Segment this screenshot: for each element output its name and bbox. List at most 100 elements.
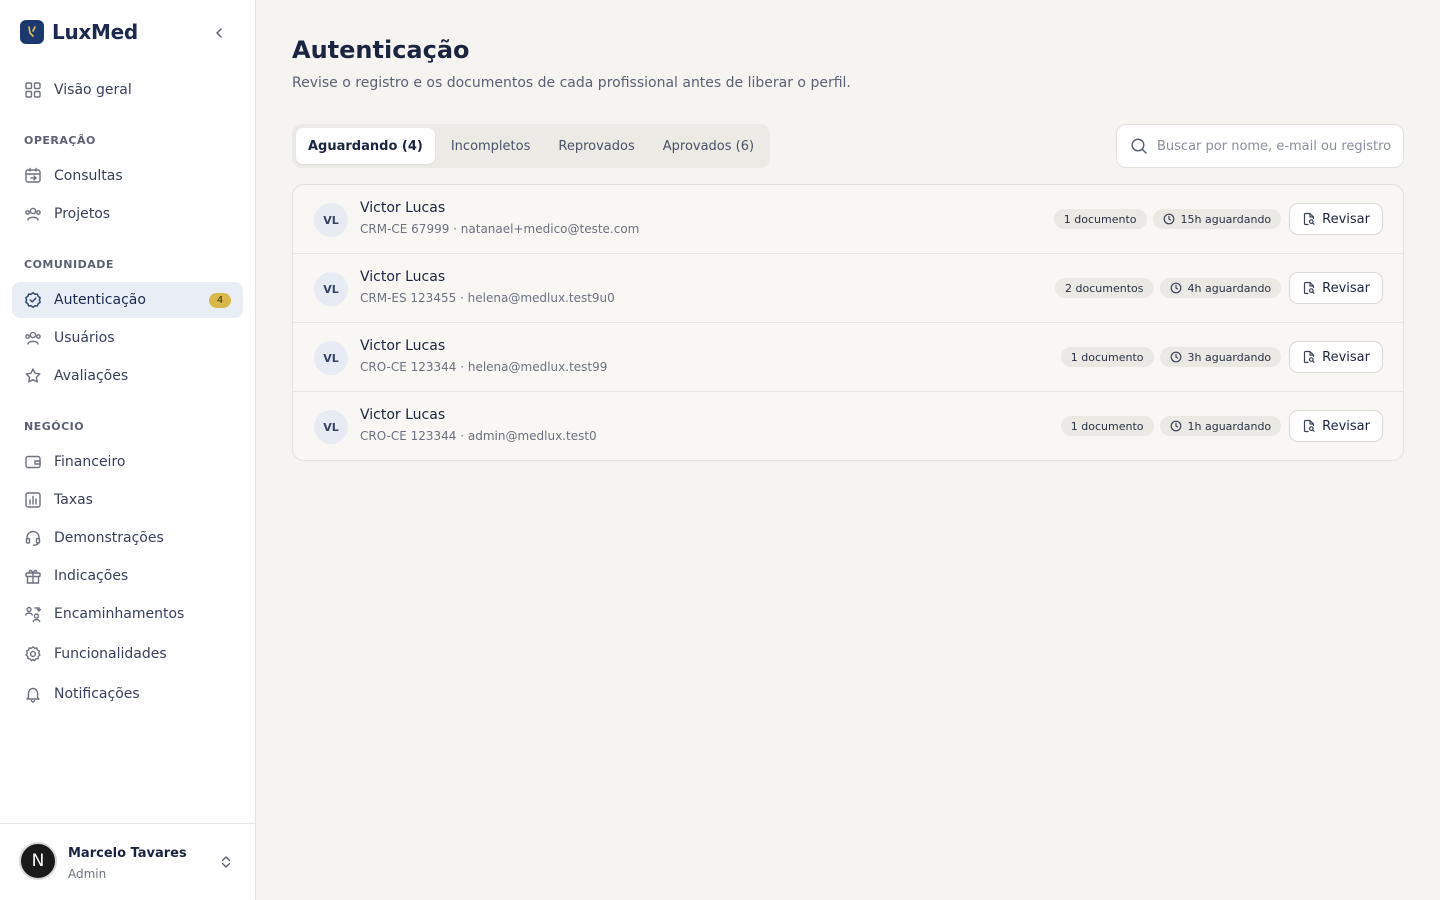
review-button[interactable]: Revisar xyxy=(1289,410,1383,442)
chevron-left-icon xyxy=(216,28,222,38)
star-icon xyxy=(24,367,42,385)
review-button-label: Revisar xyxy=(1322,418,1370,434)
avatar: VL xyxy=(314,341,348,375)
tab-reprovados[interactable]: Reprovados xyxy=(546,128,646,164)
sidebar-item-autenticacao[interactable]: Autenticação 4 xyxy=(12,282,243,318)
table-row[interactable]: VL Victor Lucas CRO-CE 123344 · helena@m… xyxy=(293,323,1403,392)
professional-name: Victor Lucas xyxy=(360,200,446,216)
professional-name: Victor Lucas xyxy=(360,269,446,285)
sidebar-item-label: Encaminhamentos xyxy=(54,606,185,622)
sidebar-item-label: Indicações xyxy=(54,568,129,584)
sidebar-item-taxas[interactable]: Taxas xyxy=(12,482,243,518)
avatar: VL xyxy=(314,203,348,237)
user-transfer-icon xyxy=(24,605,42,623)
chevrons-up-down-icon xyxy=(221,856,231,868)
review-button-label: Revisar xyxy=(1322,349,1370,365)
users-group-icon xyxy=(24,205,42,223)
headset-icon xyxy=(24,529,42,547)
sidebar: LuxMed Visão geral OPERAÇÃO Consultas Pr… xyxy=(0,0,256,900)
section-label-operacao: OPERAÇÃO xyxy=(24,134,96,147)
search-icon xyxy=(1129,136,1149,156)
waiting-time-badge: 4h aguardando xyxy=(1159,278,1282,298)
tab-incompletos[interactable]: Incompletos xyxy=(439,128,543,164)
waiting-time-label: 15h aguardando xyxy=(1180,212,1272,226)
documents-count-badge: 1 documento xyxy=(1060,416,1154,436)
sidebar-item-label: Consultas xyxy=(54,168,123,184)
sidebar-item-label: Demonstrações xyxy=(54,530,164,546)
luxmed-logo-icon xyxy=(20,20,44,44)
waiting-time-label: 1h aguardando xyxy=(1187,419,1272,433)
status-tabs: Aguardando (4) Incompletos Reprovados Ap… xyxy=(292,124,771,168)
waiting-time-badge: 3h aguardando xyxy=(1159,347,1282,367)
sidebar-item-label: Projetos xyxy=(54,206,111,222)
sidebar-item-consultas[interactable]: Consultas xyxy=(12,158,243,194)
table-row[interactable]: VL Victor Lucas CRM-ES 123455 · helena@m… xyxy=(293,254,1403,323)
page-title: Autenticação xyxy=(292,36,470,64)
tab-aprovados[interactable]: Aprovados (6) xyxy=(651,128,766,164)
avatar: VL xyxy=(314,410,348,444)
clock-icon xyxy=(1170,420,1182,432)
waiting-time-badge: 1h aguardando xyxy=(1159,416,1282,436)
gear-icon xyxy=(24,645,42,663)
review-button[interactable]: Revisar xyxy=(1289,341,1383,373)
sidebar-item-financeiro[interactable]: Financeiro xyxy=(12,444,243,480)
sidebar-item-label: Autenticação xyxy=(54,292,146,308)
professional-registry-email: CRM-CE 67999 · natanael+medico@teste.com xyxy=(360,222,640,236)
sidebar-item-label: Avaliações xyxy=(54,368,129,384)
review-button[interactable]: Revisar xyxy=(1289,203,1383,235)
waiting-time-label: 4h aguardando xyxy=(1187,281,1272,295)
search-input[interactable] xyxy=(1157,138,1397,154)
sidebar-item-encaminhamentos[interactable]: Encaminhamentos xyxy=(12,596,243,632)
sidebar-item-indicacoes[interactable]: Indicações xyxy=(12,558,243,594)
search-box[interactable] xyxy=(1116,124,1404,168)
sidebar-item-notificacoes[interactable]: Notificações xyxy=(12,676,243,712)
professional-list: VL Victor Lucas CRM-CE 67999 · natanael+… xyxy=(292,184,1404,461)
professional-registry-email: CRM-ES 123455 · helena@medlux.test9u0 xyxy=(360,291,615,305)
table-row[interactable]: VL Victor Lucas CRM-CE 67999 · natanael+… xyxy=(293,185,1403,254)
gift-icon xyxy=(24,567,42,585)
users-icon xyxy=(24,329,42,347)
sidebar-item-visao-geral[interactable]: Visão geral xyxy=(12,72,243,108)
brand-name: LuxMed xyxy=(52,20,138,44)
page-subtitle: Revise o registro e os documentos de cad… xyxy=(292,75,851,91)
professional-name: Victor Lucas xyxy=(360,338,446,354)
user-avatar: N xyxy=(19,842,57,880)
clock-icon xyxy=(1170,351,1182,363)
user-name: Marcelo Tavares xyxy=(68,846,187,861)
sidebar-item-usuarios[interactable]: Usuários xyxy=(12,320,243,356)
professional-registry-email: CRO-CE 123344 · admin@medlux.test0 xyxy=(360,429,597,443)
user-role: Admin xyxy=(68,867,107,881)
bell-icon xyxy=(24,685,42,703)
sidebar-item-label: Notificações xyxy=(54,686,140,702)
sidebar-item-label: Usuários xyxy=(54,330,115,346)
collapse-sidebar-button[interactable] xyxy=(208,22,230,44)
calendar-sync-icon xyxy=(24,167,42,185)
section-label-negocio: NEGÓCIO xyxy=(24,420,85,433)
brand[interactable]: LuxMed xyxy=(20,20,138,44)
file-search-icon xyxy=(1302,350,1316,364)
documents-count-badge: 1 documento xyxy=(1053,209,1147,229)
grid-icon xyxy=(24,81,42,99)
avatar: VL xyxy=(314,272,348,306)
user-menu[interactable]: N Marcelo Tavares Admin xyxy=(0,823,256,900)
user-switcher-button[interactable] xyxy=(216,852,236,872)
review-button-label: Revisar xyxy=(1322,280,1370,296)
file-search-icon xyxy=(1302,281,1316,295)
sidebar-item-demonstracoes[interactable]: Demonstrações xyxy=(12,520,243,556)
wallet-icon xyxy=(24,453,42,471)
review-button[interactable]: Revisar xyxy=(1289,272,1383,304)
waiting-time-label: 3h aguardando xyxy=(1187,350,1272,364)
sidebar-item-label: Visão geral xyxy=(54,82,132,98)
bar-chart-icon xyxy=(24,491,42,509)
badge-check-icon xyxy=(24,291,42,309)
table-row[interactable]: VL Victor Lucas CRO-CE 123344 · admin@me… xyxy=(293,392,1403,460)
sidebar-item-funcionalidades[interactable]: Funcionalidades xyxy=(12,636,243,672)
pending-count-badge: 4 xyxy=(209,293,231,308)
tab-aguardando[interactable]: Aguardando (4) xyxy=(296,128,435,164)
sidebar-item-projetos[interactable]: Projetos xyxy=(12,196,243,232)
sidebar-item-avaliacoes[interactable]: Avaliações xyxy=(12,358,243,394)
documents-count-badge: 2 documentos xyxy=(1055,278,1154,298)
waiting-time-badge: 15h aguardando xyxy=(1152,209,1282,229)
file-search-icon xyxy=(1302,419,1316,433)
file-search-icon xyxy=(1302,212,1316,226)
